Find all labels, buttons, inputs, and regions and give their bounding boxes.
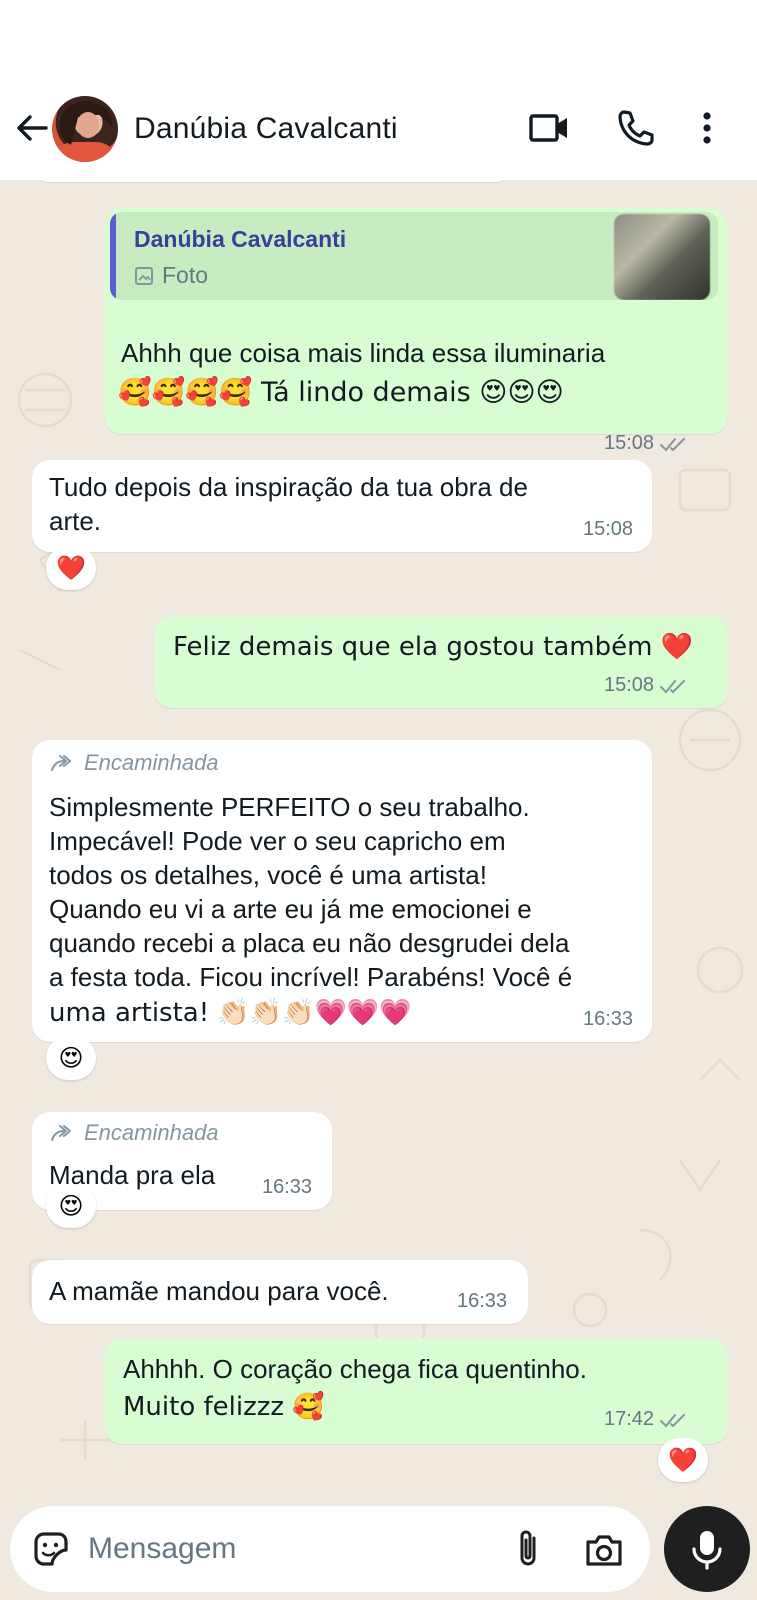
message-bubble-outgoing[interactable]: Danúbia Cavalcanti Foto Ahhh que coisa m… (104, 208, 728, 454)
composer-bar (0, 1500, 757, 1600)
contact-name[interactable]: Danúbia Cavalcanti (134, 112, 398, 146)
message-bubble-incoming[interactable]: Encaminhada Simplesmente PERFEITO o seu … (32, 740, 652, 1042)
message-text-line: a festa toda. Ficou incrível! Parabéns! … (49, 962, 573, 992)
message-bubble-outgoing[interactable]: Feliz demais que ela gostou também ❤️ 15… (154, 616, 728, 708)
forward-arrow-icon (51, 1125, 71, 1141)
double-check-icon (660, 437, 686, 451)
message-text-line: Muito felizzz 🥰 (123, 1392, 325, 1422)
message-meta: 15:08 (604, 432, 688, 455)
message-input[interactable] (88, 1526, 478, 1572)
reaction-emoji: ❤️ (56, 554, 86, 582)
message-time: 16:33 (457, 1290, 508, 1312)
message-text-line: A mamãe mandou para você. (49, 1276, 389, 1306)
message-meta: 15:08 (604, 674, 688, 697)
reaction-badge[interactable]: 😍 (46, 1036, 96, 1080)
message-time: 15:08 (604, 674, 655, 696)
double-check-icon (660, 1413, 686, 1427)
reaction-emoji: 😍 (58, 1044, 84, 1072)
message-bubble-partial (38, 180, 508, 182)
message-bubble-incoming[interactable]: Tudo depois da inspiração da tua obra de… (32, 460, 652, 552)
forwarded-indicator: Encaminhada (50, 1120, 219, 1146)
reaction-emoji: ❤️ (668, 1446, 698, 1474)
message-time: 15:08 (583, 518, 634, 540)
more-vertical-icon[interactable] (695, 106, 719, 150)
quote-type-label: Foto (162, 262, 209, 288)
message-bubble-outgoing[interactable]: Ahhhh. O coração chega fica quentinho. M… (104, 1338, 728, 1444)
forward-arrow-icon (51, 755, 71, 771)
message-text-line: uma artista! 👏🏻👏🏻👏🏻💗💗💗 (49, 998, 412, 1028)
camera-icon[interactable] (582, 1528, 626, 1572)
phone-icon[interactable] (615, 106, 659, 150)
quote-photo-thumbnail (614, 214, 710, 300)
quoted-message[interactable]: Danúbia Cavalcanti Foto (110, 212, 718, 300)
chat-header: Danúbia Cavalcanti (0, 0, 757, 180)
message-text-line: 🥰🥰🥰🥰 Tá lindo demais 😍😍😍 (118, 377, 564, 408)
photo-icon (135, 266, 153, 285)
message-time: 15:08 (604, 432, 655, 454)
attach-clip-icon[interactable] (510, 1526, 546, 1572)
reaction-emoji: 😍 (58, 1192, 84, 1220)
message-time: 17:42 (604, 1408, 655, 1430)
message-meta: 17:42 (604, 1408, 688, 1431)
message-text-line: Quando eu vi a arte eu já me emocionei e (49, 894, 532, 924)
message-text-line: todos os detalhes, você é uma artista! (49, 860, 487, 890)
quote-accent-bar (110, 212, 116, 300)
avatar[interactable] (52, 96, 118, 162)
message-text-line: Ahhh que coisa mais linda essa iluminari… (121, 338, 606, 368)
message-time: 16:33 (262, 1176, 313, 1198)
video-call-icon[interactable] (528, 106, 572, 150)
sticker-icon[interactable] (30, 1528, 72, 1570)
back-arrow-icon[interactable] (12, 108, 52, 148)
reaction-badge[interactable]: ❤️ (658, 1438, 708, 1482)
message-text-line: Impecável! Pode ver o seu capricho em (49, 826, 506, 856)
whatsapp-chat-screen: Danúbia Cavalcanti Danúbia Cavalcanti Fo… (0, 0, 757, 1600)
double-check-icon (660, 679, 686, 693)
microphone-icon (692, 1531, 722, 1570)
chat-messages-area[interactable]: Danúbia Cavalcanti Foto Ahhh que coisa m… (0, 180, 757, 1500)
message-text-line: quando recebi a placa eu não desgrudei d… (49, 928, 570, 958)
microphone-button[interactable] (664, 1506, 750, 1592)
message-input-container[interactable] (10, 1506, 650, 1592)
quote-sender: Danúbia Cavalcanti (134, 226, 347, 252)
quote-type: Foto (134, 262, 208, 289)
reaction-badge[interactable]: 😍 (46, 1184, 96, 1228)
forwarded-label: Encaminhada (84, 750, 219, 775)
message-time: 16:33 (583, 1008, 634, 1030)
message-bubble-incoming[interactable]: A mamãe mandou para você. 16:33 (32, 1260, 528, 1324)
forwarded-indicator: Encaminhada (50, 750, 219, 776)
reaction-badge[interactable]: ❤️ (46, 546, 96, 590)
message-text-line: Simplesmente PERFEITO o seu trabalho. (49, 792, 530, 822)
message-text-line: Feliz demais que ela gostou também ❤️ (173, 632, 694, 662)
forwarded-label: Encaminhada (84, 1120, 219, 1145)
message-text-line: arte. (49, 506, 102, 536)
message-text-line: Tudo depois da inspiração da tua obra de (49, 472, 528, 502)
message-text-line: Ahhhh. O coração chega fica quentinho. (123, 1354, 587, 1384)
